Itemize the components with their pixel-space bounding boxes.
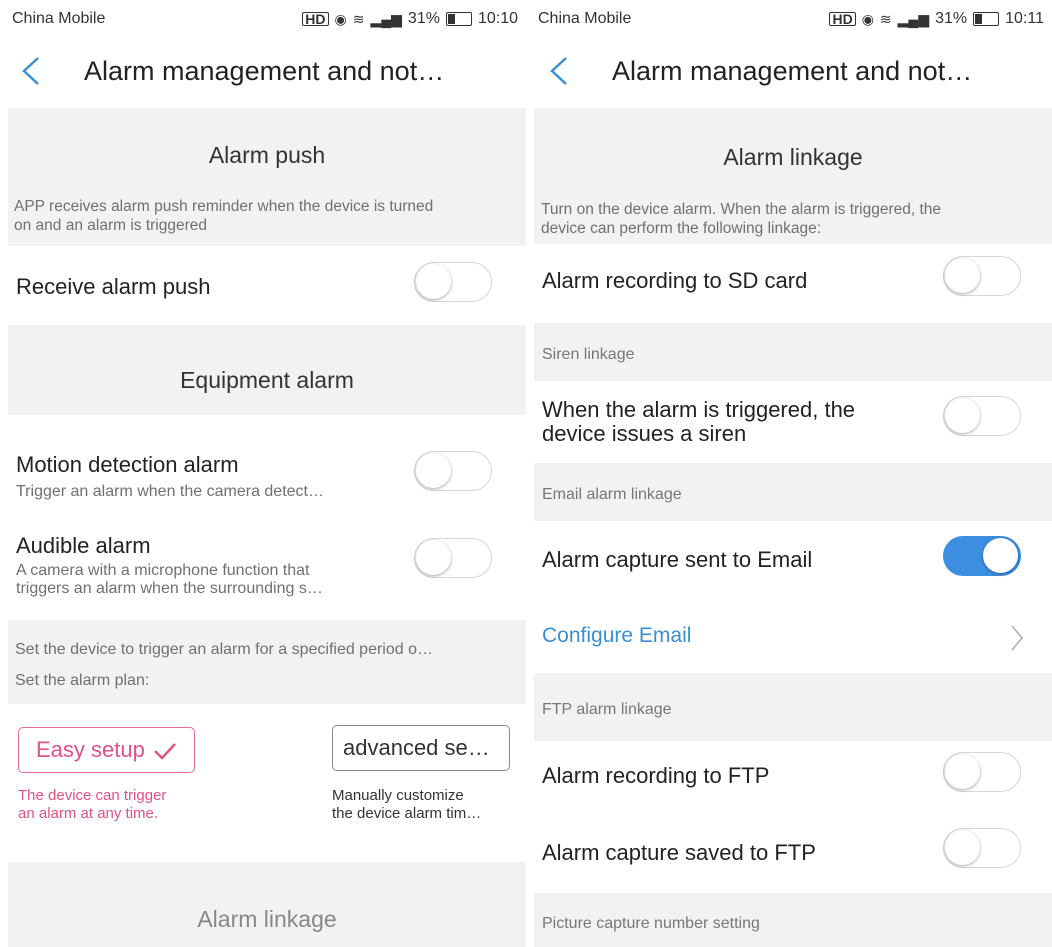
email-capture-toggle[interactable] — [943, 536, 1021, 576]
alarm-linkage-title: Alarm linkage — [723, 144, 863, 170]
page-title: Alarm management and not… — [612, 56, 973, 86]
alarm-linkage-section: Alarm linkage — [8, 862, 526, 947]
page-title: Alarm management and not… — [84, 56, 445, 86]
ftp-recording-label: Alarm recording to FTP — [542, 763, 770, 788]
signal-icon: ▂▄▆ — [897, 10, 930, 27]
wifi-icon: ≋ — [352, 10, 365, 27]
siren-linkage-section: Siren linkage — [534, 323, 1052, 381]
signal-icon: ▂▄▆ — [370, 10, 402, 27]
alarm-push-section: Alarm push APP receives alarm push remin… — [8, 108, 526, 246]
battery-percent: 31% — [935, 10, 968, 27]
email-linkage-section: Email alarm linkage — [534, 463, 1052, 521]
clock: 10:10 — [477, 10, 518, 27]
motion-detection-label: Motion detection alarm — [16, 452, 239, 477]
siren-toggle[interactable] — [943, 396, 1021, 436]
battery-icon — [445, 12, 472, 26]
receive-alarm-push-toggle[interactable] — [414, 262, 492, 302]
alarm-linkage-section: Alarm linkage Turn on the device alarm. … — [534, 108, 1052, 244]
clock: 10:11 — [1005, 10, 1044, 27]
ftp-recording-toggle[interactable] — [943, 752, 1021, 792]
equipment-alarm-section: Equipment alarm — [8, 325, 526, 415]
alarm-push-description: APP receives alarm push reminder when th… — [14, 198, 434, 234]
alarm-push-title: Alarm push — [208, 142, 326, 168]
ftp-linkage-section: FTP alarm linkage — [534, 673, 1052, 741]
carrier-name: China Mobile — [12, 10, 106, 27]
picture-capture-heading: Picture capture number setting — [542, 915, 760, 932]
audible-alarm-toggle[interactable] — [414, 538, 492, 578]
sd-card-recording-label: Alarm recording to SD card — [542, 268, 808, 293]
easy-setup-label: Easy setup — [36, 737, 145, 762]
configure-email-link[interactable]: Configure Email — [542, 624, 691, 648]
motion-detection-toggle[interactable] — [414, 451, 492, 491]
battery-percent: 31% — [407, 10, 440, 27]
wifi-icon: ≋ — [879, 10, 892, 27]
back-arrow-icon[interactable] — [546, 56, 576, 86]
ftp-capture-toggle[interactable] — [943, 828, 1021, 868]
advanced-setup-description: Manually customize the device alarm tim… — [332, 787, 482, 822]
picture-capture-section: Picture capture number setting — [534, 893, 1052, 947]
eye-icon: ◉ — [334, 10, 347, 27]
email-linkage-heading: Email alarm linkage — [542, 486, 682, 503]
alarm-linkage-description: Turn on the device alarm. When the alarm… — [541, 201, 942, 237]
siren-label: When the alarm is triggered, the device … — [542, 397, 856, 446]
email-capture-label: Alarm capture sent to Email — [542, 547, 813, 572]
advanced-setup-button[interactable]: advanced se… — [332, 725, 510, 771]
sd-card-recording-toggle[interactable] — [943, 256, 1021, 296]
siren-linkage-heading: Siren linkage — [542, 346, 635, 363]
audible-alarm-label: Audible alarm — [16, 533, 151, 558]
equipment-alarm-title: Equipment alarm — [180, 367, 354, 393]
status-bar: China Mobile HD ◉ ≋ ▂▄▆ 31% 10:10 — [0, 0, 526, 38]
carrier-name: China Mobile — [538, 10, 632, 27]
alarm-linkage-title: Alarm linkage — [197, 906, 337, 932]
battery-icon — [973, 12, 1000, 26]
ftp-capture-label: Alarm capture saved to FTP — [542, 840, 816, 865]
receive-alarm-push-label: Receive alarm push — [16, 274, 211, 299]
alarm-plan-description: Set the device to trigger an alarm for a… — [15, 641, 433, 658]
chevron-right-icon[interactable] — [1010, 624, 1024, 652]
advanced-setup-label: advanced se… — [343, 735, 490, 760]
hd-icon: HD — [302, 12, 329, 26]
back-arrow-icon[interactable] — [18, 56, 48, 86]
nav-header: Alarm management and not… — [526, 38, 1052, 108]
motion-detection-description: Trigger an alarm when the camera detect… — [16, 483, 324, 500]
checkmark-icon — [154, 743, 176, 760]
ftp-linkage-heading: FTP alarm linkage — [542, 701, 672, 718]
alarm-plan-section: Set the device to trigger an alarm for a… — [8, 620, 526, 704]
easy-setup-description: The device can trigger an alarm at any t… — [18, 787, 167, 822]
nav-header: Alarm management and not… — [0, 38, 526, 108]
easy-setup-button[interactable]: Easy setup — [18, 727, 195, 773]
eye-icon: ◉ — [861, 10, 874, 27]
screen-left: China Mobile HD ◉ ≋ ▂▄▆ 31% 10:10 Alarm … — [0, 0, 526, 947]
alarm-plan-label: Set the alarm plan: — [15, 672, 150, 689]
status-bar: China Mobile HD ◉ ≋ ▂▄▆ 31% 10:11 — [526, 0, 1052, 38]
screen-right: China Mobile HD ◉ ≋ ▂▄▆ 31% 10:11 Alarm … — [526, 0, 1052, 947]
audible-alarm-description: A camera with a microphone function that… — [16, 562, 323, 597]
hd-icon: HD — [829, 12, 856, 26]
